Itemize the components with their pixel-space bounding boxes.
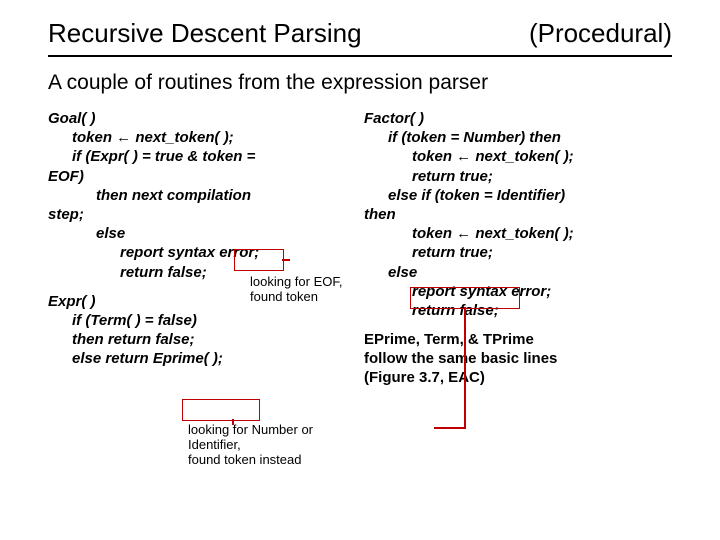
red-arrow-3a (464, 307, 466, 427)
slide: Recursive Descent Parsing (Procedural) A… (0, 0, 720, 540)
factor-l5: then (364, 205, 672, 224)
right-column: Factor( ) if (token = Number) then token… (364, 109, 672, 388)
redbox-3 (410, 287, 520, 309)
goal-l3: EOF) (48, 167, 356, 186)
title-rule (48, 55, 672, 57)
goal-l7: report syntax error; (48, 243, 356, 262)
factor-l4: else if (token = Identifier) (364, 186, 672, 205)
factor-l6: token ← next_token( ); (364, 224, 672, 243)
spacer2 (364, 320, 672, 330)
red-arrow-1 (282, 259, 290, 261)
callout-eof-l2: found token (250, 290, 343, 305)
factor-l3: return true; (364, 167, 672, 186)
factor-l7: return true; (364, 243, 672, 262)
expr-l1: if (Term( ) = false) (48, 311, 356, 330)
goal-l6: else (48, 224, 356, 243)
expr-l3: else return Eprime( ); (48, 349, 356, 368)
goal-l5: step; (48, 205, 356, 224)
note-l0: EPrime, Term, & TPrime (364, 330, 672, 349)
red-arrow-2 (232, 419, 234, 425)
callout-number: looking for Number or Identifier, found … (188, 423, 356, 468)
title-row: Recursive Descent Parsing (Procedural) (48, 18, 672, 55)
left-column: Goal( ) token ← next_token( ); if (Expr(… (48, 109, 356, 388)
note-l1: follow the same basic lines (364, 349, 672, 368)
factor-l2: token ← next_token( ); (364, 147, 672, 166)
goal-l4: then next compilation (48, 186, 356, 205)
callout-eof: looking for EOF, found token (250, 275, 343, 305)
goal-l2: if (Expr( ) = true & token = (48, 147, 356, 166)
subtitle: A couple of routines from the expression… (48, 71, 672, 95)
expr-l2: then return false; (48, 330, 356, 349)
title-right: (Procedural) (529, 18, 672, 49)
factor-l0: Factor( ) (364, 109, 672, 128)
callout-number-l1: looking for Number or Identifier, (188, 423, 356, 453)
title-left: Recursive Descent Parsing (48, 18, 362, 49)
factor-l1: if (token = Number) then (364, 128, 672, 147)
callout-number-l2: found token instead (188, 453, 356, 468)
redbox-2 (182, 399, 260, 421)
note-l2: (Figure 3.7, EAC) (364, 368, 672, 387)
body-columns: Goal( ) token ← next_token( ); if (Expr(… (48, 109, 672, 388)
callout-eof-l1: looking for EOF, (250, 275, 343, 290)
red-arrow-3b (434, 427, 466, 429)
goal-l1: token ← next_token( ); (48, 128, 356, 147)
goal-l0: Goal( ) (48, 109, 356, 128)
factor-l8: else (364, 263, 672, 282)
redbox-1 (234, 249, 284, 271)
